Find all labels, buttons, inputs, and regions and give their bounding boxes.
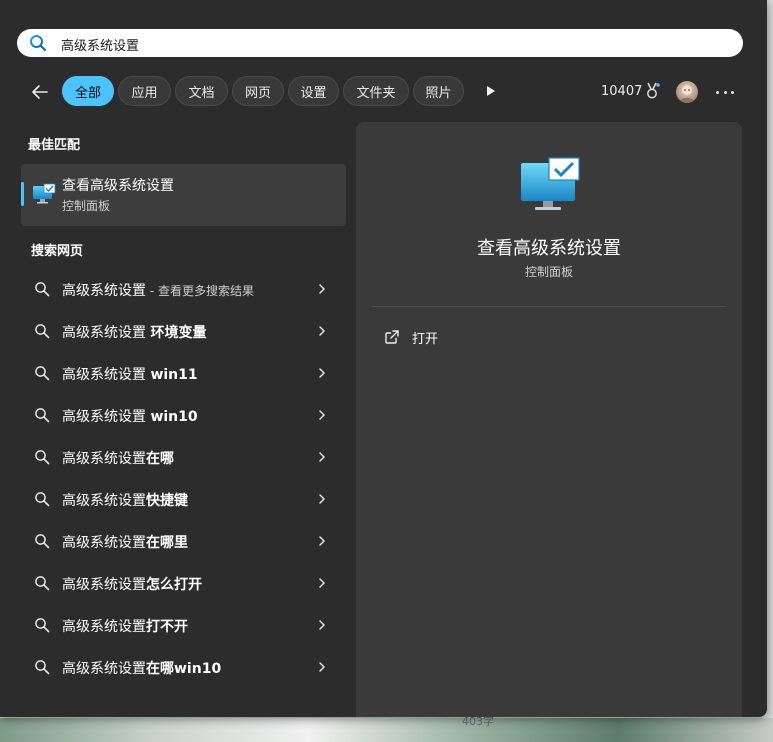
search-icon [35,492,50,507]
points-value: 10407 [601,83,643,99]
selection-indicator [21,182,24,206]
best-match-item[interactable]: 查看高级系统设置 控制面板 [21,164,346,226]
tab-folders[interactable]: 文件夹 [343,76,409,106]
search-icon [30,35,47,52]
web-search-label: 高级系统设置怎么打开 [62,574,202,594]
query-suggestion: 在哪win10 [146,661,222,677]
search-icon [35,576,50,591]
query-prefix: 高级系统设置 [62,367,151,383]
chevron-right-icon [319,620,325,630]
tab-documents[interactable]: 文档 [175,76,228,106]
back-arrow-icon [32,85,48,99]
query-prefix: 高级系统设置 [62,619,146,635]
best-match-subtitle: 控制面板 [62,199,111,213]
search-icon [35,408,50,423]
web-search-label: 高级系统设置在哪里 [62,532,188,552]
tab-settings[interactable]: 设置 [288,76,339,106]
more-options-button[interactable] [716,89,734,95]
web-search-item[interactable]: 高级系统设置在哪win10 [21,647,346,687]
web-search-label: 高级系统设置在哪win10 [62,658,221,678]
web-search-label: 高级系统设置 环境变量 [62,322,206,342]
preview-pane: 查看高级系统设置 控制面板 打开 [356,122,742,717]
query-suggestion: win11 [150,367,198,383]
chevron-right-icon [319,662,325,672]
search-icon [35,618,50,633]
web-search-item[interactable]: 高级系统设置怎么打开 [21,563,346,603]
query-prefix: 高级系统设置 [62,535,146,551]
more-icon [716,90,719,94]
search-box[interactable]: 高级系统设置 [17,29,743,57]
web-search-item[interactable]: 高级系统设置快捷键 [21,479,346,519]
chevron-right-icon [319,368,325,378]
query-suggestion: 怎么打开 [146,577,202,593]
avatar-image [679,85,695,103]
web-search-item[interactable]: 高级系统设置打不开 [21,605,346,645]
chevron-right-icon [319,326,325,336]
query-prefix: 高级系统设置 [62,325,151,341]
play-icon[interactable] [484,84,498,98]
search-icon [35,534,50,549]
query-prefix: 高级系统设置 [62,661,146,677]
query-suggestion: 在哪 [146,451,174,467]
search-input[interactable]: 高级系统设置 [61,35,139,54]
rewards-points[interactable]: 10407 [601,82,661,100]
web-search-item[interactable]: 高级系统设置 - 查看更多搜索结果 [21,269,346,309]
web-search-label: 高级系统设置 win10 [62,406,198,426]
web-search-label: 高级系统设置打不开 [62,616,188,636]
chevron-right-icon [319,410,325,420]
query-suggestion: 打不开 [146,619,188,635]
divider [372,306,726,307]
tab-web[interactable]: 网页 [232,76,284,106]
search-icon [35,324,50,339]
search-icon [35,282,50,297]
search-icon [35,660,50,675]
chevron-right-icon [319,452,325,462]
search-icon [35,450,50,465]
query-suggestion: 在哪里 [146,535,188,551]
web-search-label: 高级系统设置 win11 [62,364,198,384]
chevron-right-icon [319,494,325,504]
desktop-background [0,718,773,742]
preview-title: 查看高级系统设置 [477,238,621,259]
open-external-icon [385,330,399,344]
tab-apps[interactable]: 应用 [118,76,171,106]
chevron-right-icon [319,578,325,588]
web-search-item[interactable]: 高级系统设置 win11 [21,353,346,393]
web-search-item[interactable]: 高级系统设置 win10 [21,395,346,435]
monitor-check-icon [33,183,56,204]
more-results-hint: - 查看更多搜索结果 [146,284,254,298]
best-match-heading: 最佳匹配 [28,138,81,153]
best-match-title: 查看高级系统设置 [62,178,174,194]
query-prefix: 高级系统设置 [62,577,146,593]
web-search-item[interactable]: 高级系统设置在哪 [21,437,346,477]
preview-subtitle: 控制面板 [524,265,573,279]
web-search-label: 高级系统设置 - 查看更多搜索结果 [62,280,254,300]
query-prefix: 高级系统设置 [62,283,146,299]
query-suggestion: 快捷键 [146,493,188,509]
back-button[interactable] [28,80,52,104]
medal-icon [647,82,661,99]
open-label: 打开 [412,332,439,347]
query-prefix: 高级系统设置 [62,493,146,509]
query-prefix: 高级系统设置 [62,451,146,467]
web-search-label: 高级系统设置在哪 [62,448,174,468]
chevron-right-icon [319,284,325,294]
search-icon [35,366,50,381]
chevron-right-icon [319,536,325,546]
tab-all[interactable]: 全部 [62,76,114,106]
monitor-check-icon [521,157,580,210]
web-search-item[interactable]: 高级系统设置 环境变量 [21,311,346,351]
web-search-heading: 搜索网页 [31,244,84,259]
web-search-item[interactable]: 高级系统设置在哪里 [21,521,346,561]
query-prefix: 高级系统设置 [62,409,151,425]
web-search-label: 高级系统设置快捷键 [62,490,188,510]
tab-photos[interactable]: 照片 [413,76,464,106]
avatar[interactable] [676,81,698,103]
search-panel: 高级系统设置 全部 应用 文档 网页 设置 文件夹 照片 10407 最佳匹配 … [0,0,767,717]
open-action[interactable]: 打开 [372,322,726,352]
query-suggestion: 环境变量 [150,325,207,341]
query-suggestion: win10 [150,409,198,425]
